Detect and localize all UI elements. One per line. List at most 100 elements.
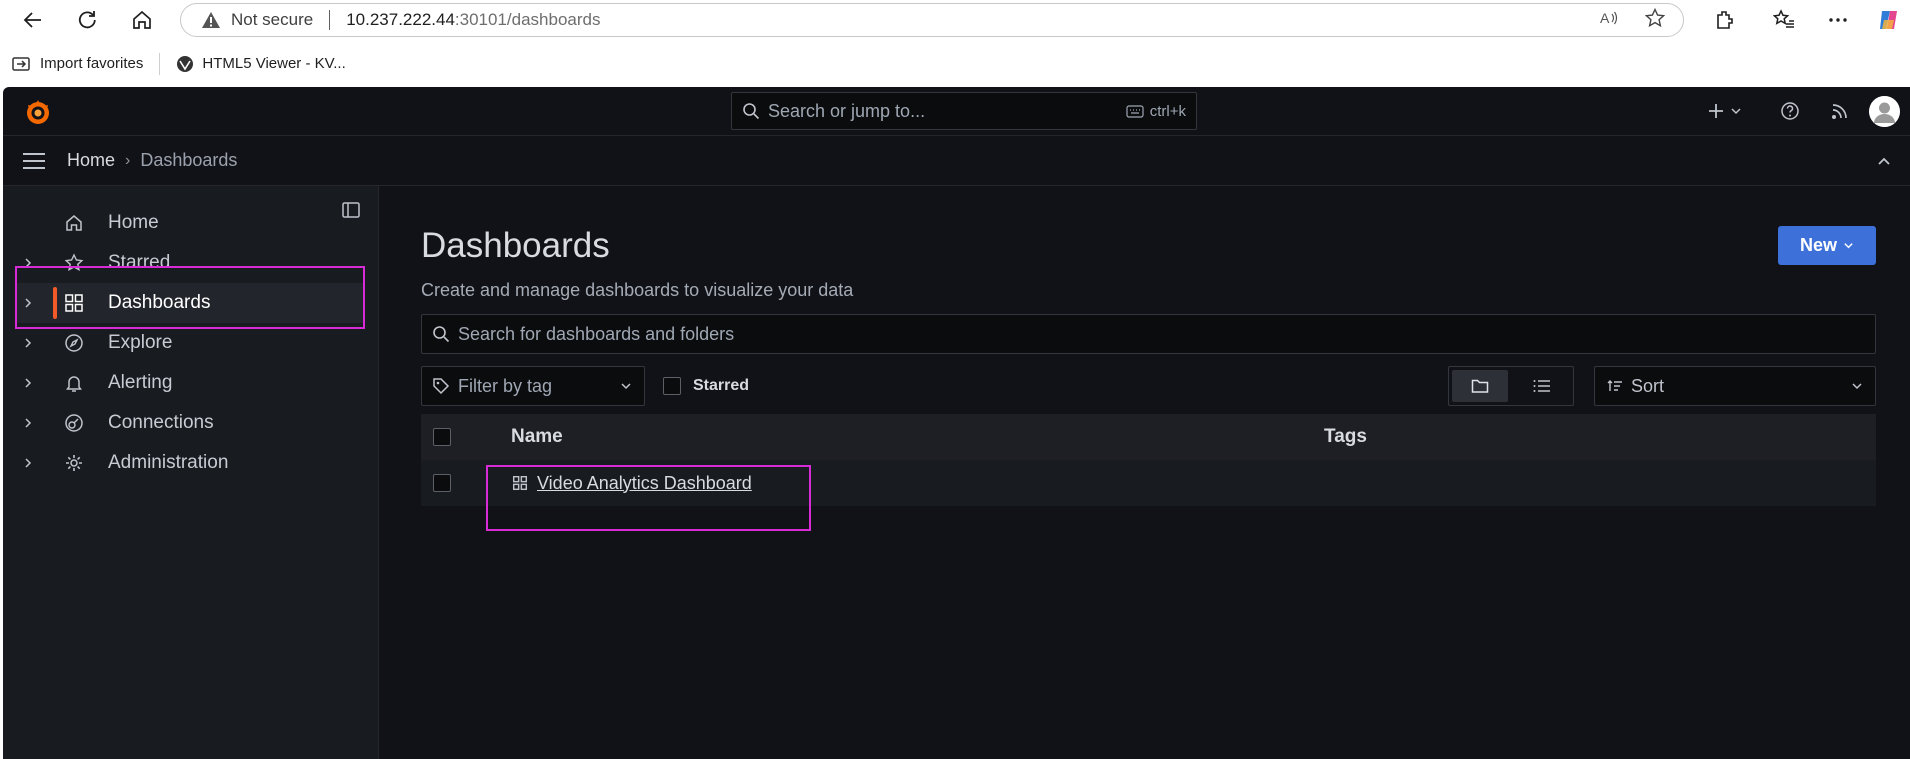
home-browser-icon[interactable] (127, 6, 157, 34)
search-placeholder: Search or jump to... (768, 100, 926, 121)
row-checkbox[interactable] (433, 474, 451, 492)
starred-filter[interactable]: Starred (663, 366, 749, 406)
page-subtitle: Create and manage dashboards to visualiz… (421, 280, 854, 300)
dashboard-search-input[interactable]: Search for dashboards and folders (421, 314, 1876, 354)
breadcrumb-home[interactable]: Home (67, 150, 115, 171)
sidebar-item-label: Administration (108, 452, 229, 473)
sidebar-item-dashboards[interactable]: Dashboards (17, 283, 363, 323)
tag-filter-placeholder: Filter by tag (458, 375, 553, 396)
chevron-down-icon (1843, 240, 1854, 251)
sort-label: Sort (1631, 375, 1665, 396)
address-bar[interactable]: Not secure 10.237.222.44:30101/dashboard… (180, 3, 1684, 37)
sidebar-item-connections[interactable]: Connections (3, 403, 379, 443)
avatar[interactable] (1869, 96, 1900, 127)
more-options-icon[interactable] (1823, 6, 1853, 34)
collapse-chevron-up-icon[interactable] (1876, 153, 1892, 169)
chevron-down-icon (620, 380, 632, 392)
bookmark-import-favorites[interactable]: Import favorites (12, 55, 143, 73)
column-header-tags: Tags (1324, 426, 1367, 447)
sidebar-item-home[interactable]: Home (3, 203, 379, 243)
bookmark-html5-viewer[interactable]: HTML5 Viewer - KV... (176, 55, 346, 73)
favorites-icon[interactable] (1769, 6, 1799, 34)
sidebar-item-label: Connections (108, 412, 214, 433)
sidebar-item-label: Dashboards (108, 292, 211, 313)
bookmark-label: Import favorites (40, 55, 144, 72)
keyboard-icon (1126, 104, 1144, 118)
chevron-down-icon (1851, 380, 1863, 392)
bookmark-label: HTML5 Viewer - KV... (202, 55, 346, 72)
address-divider (329, 10, 331, 30)
sidebar-item-starred[interactable]: Starred (3, 243, 379, 283)
sidebar-item-label: Starred (108, 252, 171, 273)
breadcrumb-current: Dashboards (140, 150, 238, 170)
browser-toolbar: Not secure 10.237.222.44:30101/dashboard… (0, 0, 1910, 40)
grafana-logo-icon[interactable] (23, 97, 53, 127)
select-all-checkbox[interactable] (433, 428, 451, 446)
sidebar-item-explore[interactable]: Explore (3, 323, 379, 363)
menu-toggle-icon[interactable] (21, 151, 47, 171)
main-content: Dashboards Create and manage dashboards … (379, 186, 1910, 759)
starred-checkbox[interactable] (663, 377, 681, 395)
dashboard-link[interactable]: Video Analytics Dashboard (537, 473, 752, 494)
svg-text:A: A (1600, 10, 1610, 26)
tag-icon (432, 377, 450, 395)
table-row: Video Analytics Dashboard (421, 460, 1876, 506)
sort-icon (1607, 379, 1623, 393)
gear-icon (63, 452, 85, 474)
copilot-icon[interactable] (1874, 6, 1904, 34)
global-search-input[interactable]: Search or jump to... ctrl+k (731, 92, 1197, 130)
chevron-right-icon[interactable] (21, 336, 35, 350)
chevron-right-icon[interactable] (21, 256, 35, 270)
chevron-right-icon[interactable] (21, 296, 35, 310)
help-icon[interactable] (1780, 95, 1800, 127)
list-icon (1533, 379, 1551, 393)
column-header-name: Name (511, 426, 563, 447)
refresh-icon[interactable] (72, 6, 102, 34)
star-icon (63, 252, 85, 274)
chevron-right-icon[interactable] (21, 456, 35, 470)
home-icon (63, 212, 85, 234)
new-button[interactable]: New (1778, 226, 1876, 265)
import-icon (12, 55, 32, 73)
search-placeholder: Search for dashboards and folders (458, 323, 735, 344)
list-view-button[interactable] (1514, 370, 1570, 402)
back-icon[interactable] (18, 6, 48, 34)
chevron-right-icon[interactable] (21, 416, 35, 430)
grid-icon (63, 292, 85, 314)
add-menu-button[interactable] (1706, 95, 1742, 127)
bell-icon (63, 372, 85, 394)
page-title: Dashboards (421, 226, 610, 265)
chevron-down-icon (1730, 105, 1742, 117)
top-navbar: Search or jump to... ctrl+k (3, 87, 1910, 136)
extensions-icon[interactable] (1710, 6, 1740, 34)
sidebar-item-alerting[interactable]: Alerting (3, 363, 379, 403)
read-aloud-icon[interactable]: A (1599, 8, 1619, 33)
dashboard-grid-icon (511, 474, 529, 492)
sidebar: Home Starred Dashboards Explore Alerting… (3, 186, 379, 759)
security-label: Not secure (231, 10, 314, 29)
sort-select[interactable]: Sort (1594, 366, 1876, 406)
folder-icon (1471, 378, 1489, 394)
bookmarks-bar: Import favorites HTML5 Viewer - KV... (0, 40, 1910, 87)
active-indicator (53, 287, 57, 319)
sidebar-item-label: Home (108, 212, 159, 233)
dashboards-table: Name Tags Video Analytics Dashboard (421, 414, 1876, 506)
breadcrumb: Home › Dashboards (3, 136, 1910, 186)
sidebar-item-administration[interactable]: Administration (3, 443, 379, 483)
folder-view-button[interactable] (1452, 370, 1508, 402)
view-toggle (1448, 366, 1574, 406)
breadcrumb-separator: › (125, 151, 131, 169)
bookmark-divider (159, 52, 161, 75)
url-path: :30101/dashboards (454, 10, 601, 29)
tag-filter-select[interactable]: Filter by tag (421, 366, 645, 406)
html5-viewer-icon (176, 55, 194, 73)
search-icon (742, 102, 760, 120)
warning-icon (201, 10, 221, 30)
chevron-right-icon[interactable] (21, 376, 35, 390)
news-feed-icon[interactable] (1830, 95, 1850, 127)
url-host: 10.237.222.44 (346, 10, 455, 29)
grafana-app: Search or jump to... ctrl+k Home › Dashb… (3, 87, 1910, 759)
sidebar-item-label: Alerting (108, 372, 173, 393)
compass-icon (63, 332, 85, 354)
favorite-star-icon[interactable] (1644, 7, 1666, 33)
